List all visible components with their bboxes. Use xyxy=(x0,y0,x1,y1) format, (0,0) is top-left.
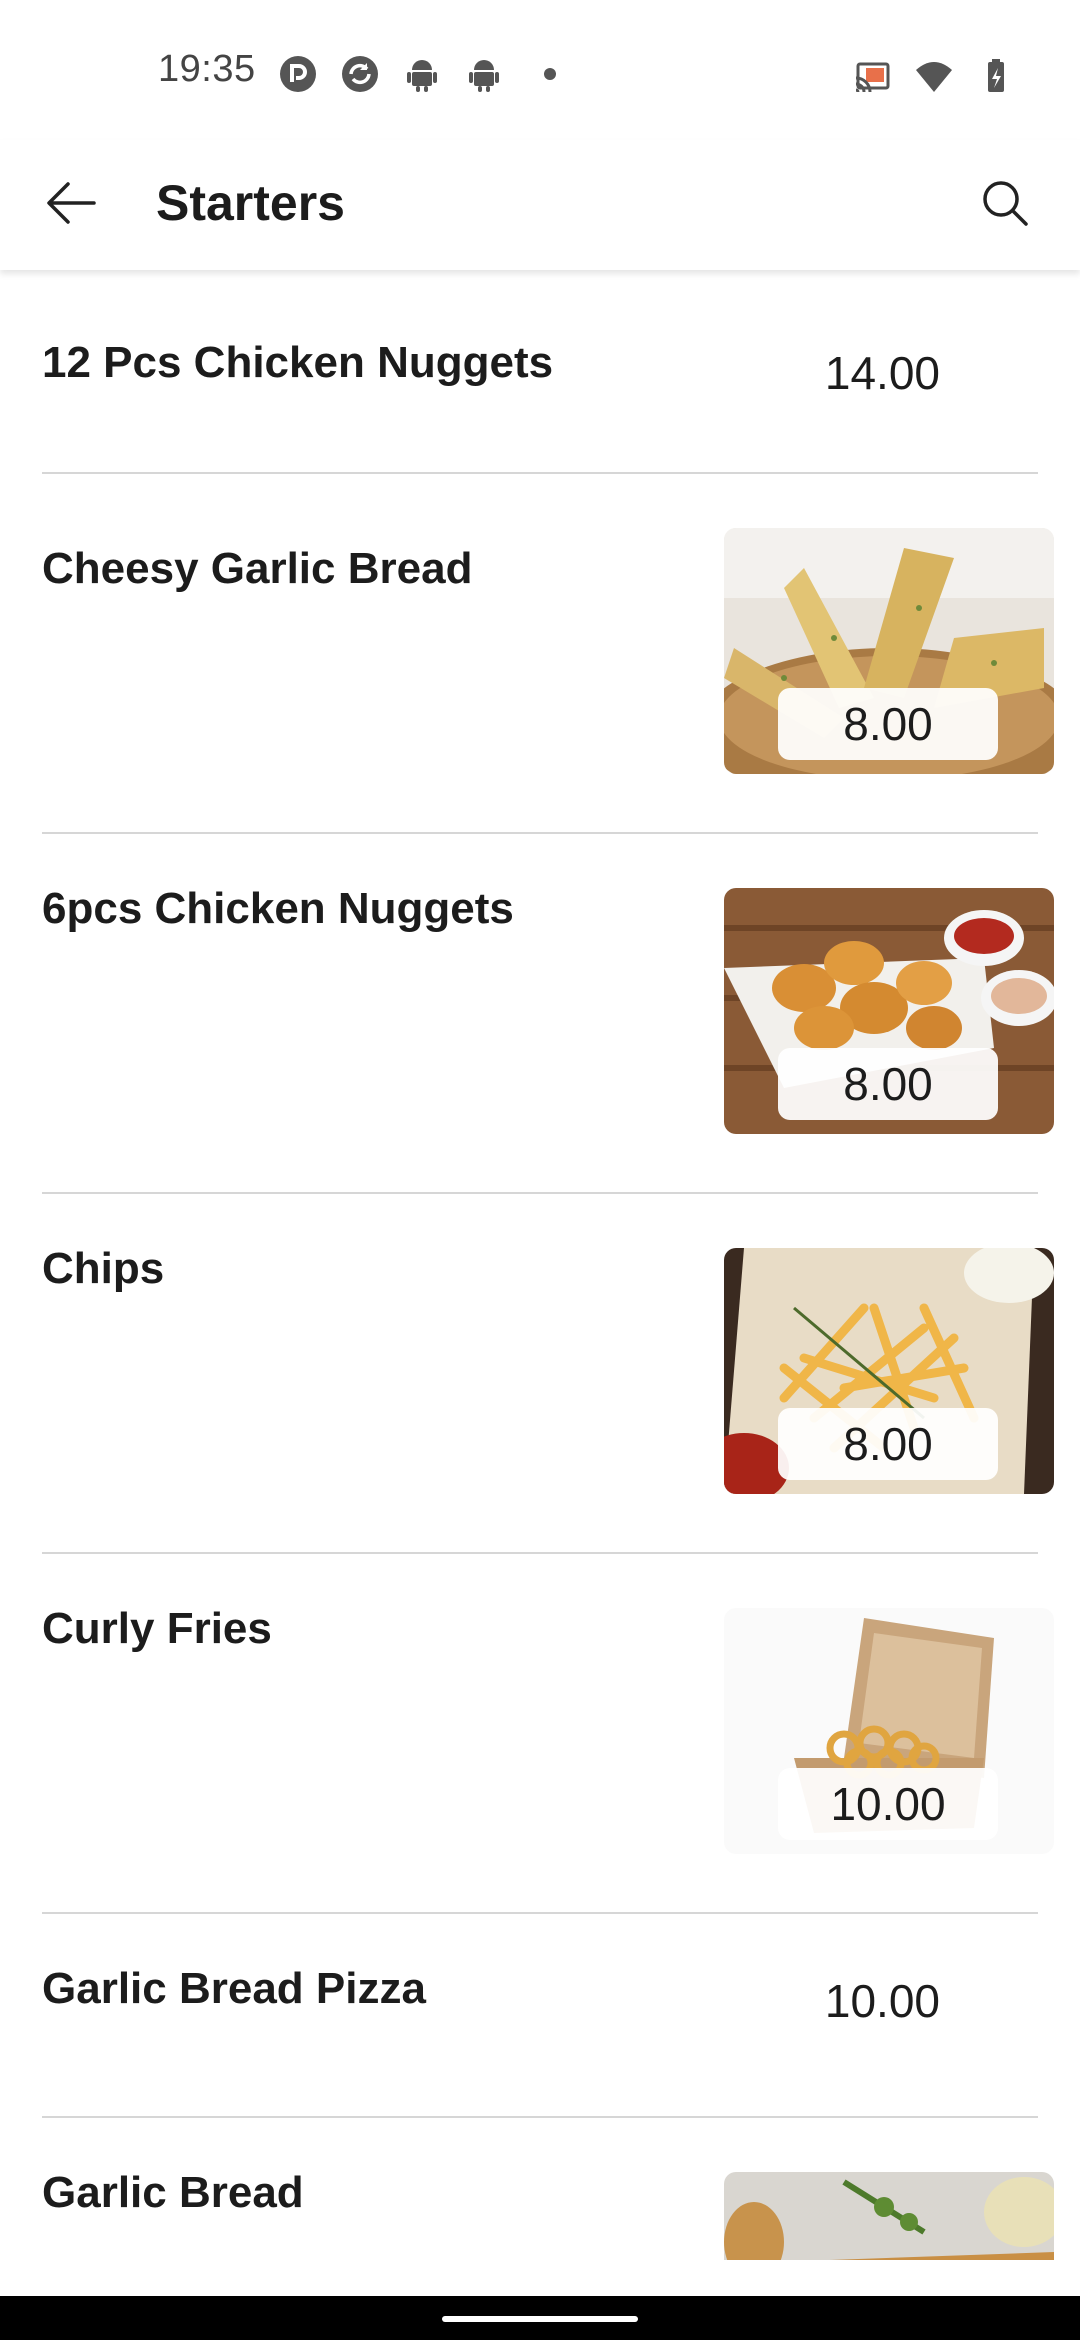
list-item[interactable]: Garlic Bread Pizza 10.00 xyxy=(0,1914,1080,2118)
back-button[interactable] xyxy=(36,168,106,238)
item-name: 6pcs Chicken Nuggets xyxy=(42,884,514,933)
android-icon xyxy=(464,54,504,94)
search-button[interactable] xyxy=(970,168,1040,238)
sync-icon xyxy=(340,54,380,94)
cast-icon xyxy=(852,56,892,96)
chicken-nuggets-photo: 8.00 xyxy=(724,888,1054,1134)
status-bar: 19:35 xyxy=(0,0,1080,140)
list-item[interactable]: 12 Pcs Chicken Nuggets 14.00 xyxy=(0,270,1080,474)
item-price: 10.00 xyxy=(824,1975,940,2027)
item-name: Curly Fries xyxy=(42,1604,272,1653)
price-badge: 8.00 xyxy=(778,1408,998,1480)
navigation-bar xyxy=(0,2296,1080,2340)
page-title: Starters xyxy=(156,175,345,231)
chips-photo: 8.00 xyxy=(724,1248,1054,1494)
menu-list: 12 Pcs Chicken Nuggets 14.00 Cheesy Garl… xyxy=(0,270,1080,2260)
item-price: 14.00 xyxy=(824,347,940,399)
list-item[interactable]: 6pcs Chicken Nuggets 8.00 xyxy=(0,834,1080,1194)
wifi-icon xyxy=(914,56,954,96)
home-gesture-handle[interactable] xyxy=(442,2316,638,2322)
item-name: Cheesy Garlic Bread xyxy=(42,544,473,593)
app-bar: Starters xyxy=(0,140,1080,270)
list-item[interactable]: Chips 8.00 xyxy=(0,1194,1080,1554)
item-name: Chips xyxy=(42,1244,165,1293)
search-icon xyxy=(983,181,1028,226)
list-item[interactable]: Cheesy Garlic Bread 8.00 xyxy=(0,474,1080,834)
pocket-casts-icon xyxy=(278,54,318,94)
item-name: 12 Pcs Chicken Nuggets xyxy=(42,338,554,387)
android-icon xyxy=(402,54,442,94)
more-notifications-dot-icon xyxy=(544,68,556,80)
curly-fries-photo: 10.00 xyxy=(724,1608,1054,1854)
garlic-bread-loaf-photo xyxy=(724,2172,1054,2260)
list-item[interactable]: Garlic Bread xyxy=(0,2118,1080,2260)
arrow-back-icon xyxy=(47,182,96,224)
system-icons xyxy=(852,56,1016,96)
item-name: Garlic Bread Pizza xyxy=(42,1964,426,2013)
price-badge: 10.00 xyxy=(778,1768,998,1840)
item-name: Garlic Bread xyxy=(42,2168,304,2217)
list-item[interactable]: Curly Fries 10.00 xyxy=(0,1554,1080,1914)
notification-icons xyxy=(278,54,556,94)
battery-icon xyxy=(976,56,1016,96)
garlic-bread-photo: 8.00 xyxy=(724,528,1054,774)
status-time: 19:35 xyxy=(158,48,256,90)
price-badge: 8.00 xyxy=(778,1048,998,1120)
price-badge: 8.00 xyxy=(778,688,998,760)
